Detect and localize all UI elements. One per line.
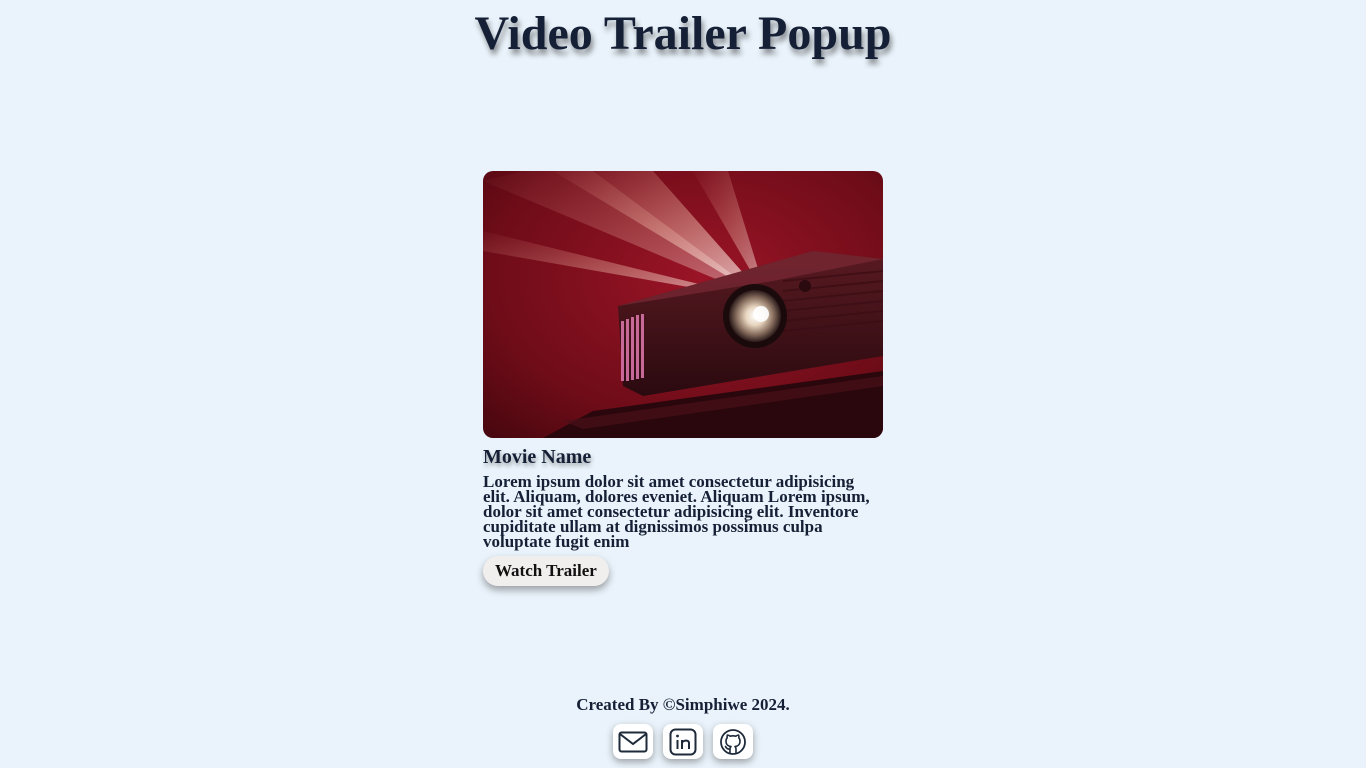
social-links <box>613 724 753 759</box>
github-link[interactable] <box>713 724 753 759</box>
page-title: Video Trailer Popup <box>474 7 892 60</box>
watch-trailer-button[interactable]: Watch Trailer <box>483 556 609 586</box>
mail-link[interactable] <box>613 724 653 759</box>
movie-name: Movie Name <box>483 446 592 468</box>
github-icon <box>720 728 746 755</box>
linkedin-link[interactable] <box>663 724 703 759</box>
movie-poster-image <box>483 171 883 438</box>
linkedin-icon <box>669 728 697 755</box>
movie-card: Movie Name Lorem ipsum dolor sit amet co… <box>483 171 883 586</box>
mail-icon <box>618 731 648 752</box>
movie-description: Lorem ipsum dolor sit amet consectetur a… <box>483 472 870 551</box>
footer-credit: Created By ©Simphiwe 2024. <box>576 695 790 714</box>
